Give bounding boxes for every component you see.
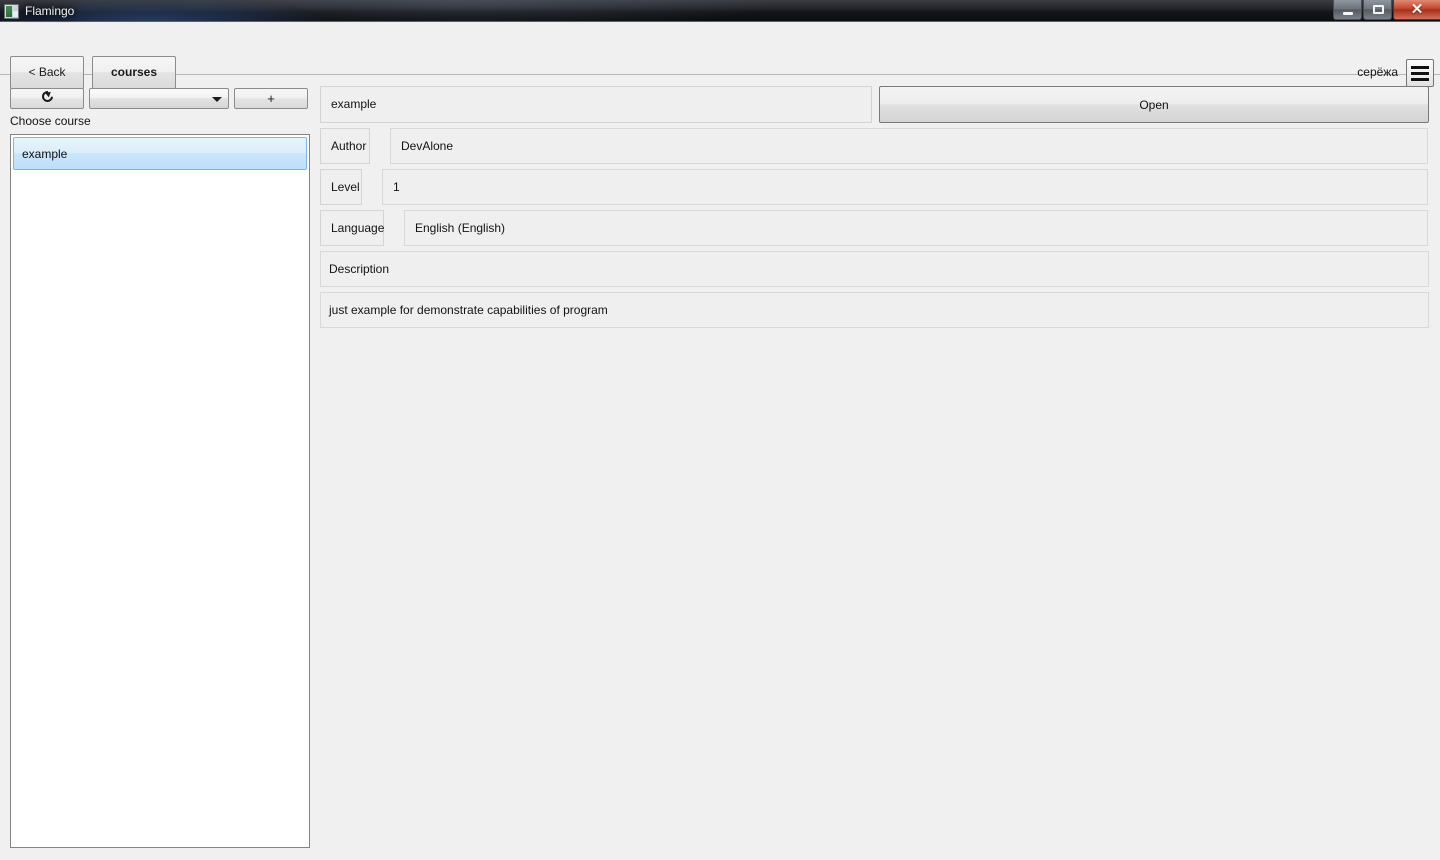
course-filter-dropdown[interactable]	[89, 88, 229, 109]
toolbar: < Back courses серёжа	[0, 23, 1440, 89]
hamburger-bar	[1411, 77, 1429, 81]
app-window-icon	[4, 3, 19, 19]
detail-key: Language	[320, 210, 384, 246]
detail-value: 1	[382, 169, 1428, 205]
title-bar: Flamingo ✕	[0, 0, 1440, 22]
courses-tab-button[interactable]: courses	[92, 56, 176, 89]
detail-row-author: Author DevAlone	[320, 128, 1428, 164]
close-icon: ✕	[1410, 1, 1424, 18]
choose-course-label: Choose course	[10, 114, 91, 128]
course-name-field: example	[320, 86, 872, 123]
restore-icon	[1373, 5, 1384, 14]
hamburger-menu-icon[interactable]	[1406, 59, 1434, 87]
detail-row-level: Level 1	[320, 169, 1428, 205]
minimize-button[interactable]	[1333, 0, 1362, 20]
hamburger-bar	[1411, 65, 1429, 69]
add-course-button[interactable]: +	[234, 88, 308, 109]
hamburger-bar	[1411, 71, 1429, 75]
restore-button[interactable]	[1363, 0, 1392, 20]
detail-key: Level	[320, 169, 362, 205]
detail-key: Author	[320, 128, 370, 164]
window-title: Flamingo	[25, 4, 75, 18]
chevron-down-icon	[212, 97, 222, 102]
detail-row-language: Language English (English)	[320, 210, 1428, 246]
open-button[interactable]: Open	[879, 86, 1429, 123]
course-list-controls: +	[10, 88, 308, 109]
refresh-button[interactable]	[10, 88, 84, 109]
back-button[interactable]: < Back	[10, 56, 84, 89]
application-window: Flamingo ✕ < Back courses серёжа + Choos…	[0, 0, 1440, 860]
description-header: Description	[320, 251, 1429, 287]
user-name-label: серёжа	[1357, 65, 1398, 79]
close-button[interactable]: ✕	[1393, 0, 1440, 20]
window-controls: ✕	[1333, 0, 1440, 21]
title-bar-left: Flamingo	[4, 2, 74, 20]
list-item[interactable]: example	[13, 137, 307, 170]
detail-value: DevAlone	[390, 128, 1428, 164]
detail-value: English (English)	[404, 210, 1428, 246]
description-body: just example for demonstrate capabilitie…	[320, 292, 1429, 328]
course-list[interactable]: example	[10, 134, 310, 848]
refresh-icon	[39, 88, 55, 105]
